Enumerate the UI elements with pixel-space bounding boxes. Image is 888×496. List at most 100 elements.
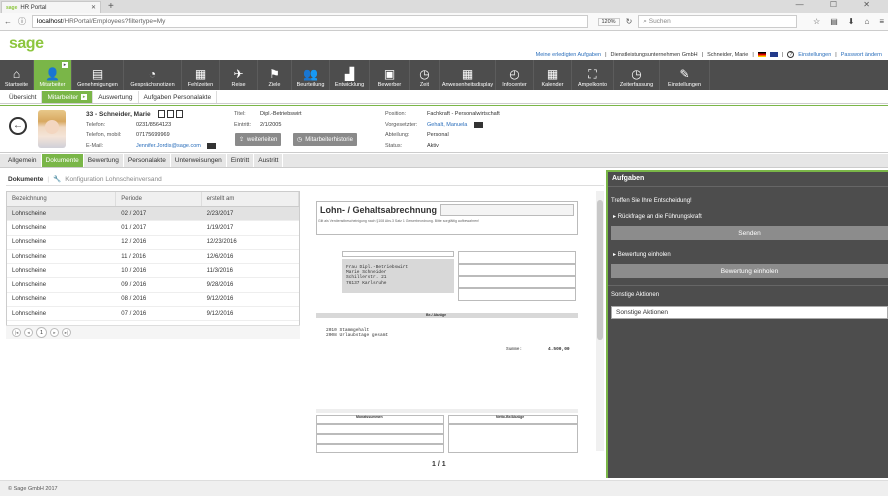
new-tab-button[interactable]: + <box>108 1 114 12</box>
history-label: Mitarbeiterhistorie <box>305 136 353 143</box>
reload-icon[interactable]: ↻ <box>626 17 633 26</box>
nav-label: Zeiterfassung <box>619 82 654 88</box>
prev-page-button[interactable]: ◂ <box>24 328 33 337</box>
nav-development-chart[interactable]: ▟ Entwicklung <box>330 60 370 90</box>
browser-tab[interactable]: sage HR Portal ✕ <box>1 1 101 13</box>
page-indicator: 1 / 1 <box>432 461 446 468</box>
table-row[interactable]: Lohnscheine 01 / 2017 1/19/2017 <box>7 221 299 236</box>
column-header-period[interactable]: Periode <box>116 192 202 206</box>
tab-austritt[interactable]: Austritt <box>254 154 284 167</box>
time-icon: ◷ <box>419 67 430 81</box>
tab-dokumente[interactable]: Dokumente <box>41 154 84 167</box>
uk-flag-icon[interactable] <box>769 52 778 57</box>
document-viewer[interactable]: Lohn- / Gehaltsabrechnung Gilt als Verdi… <box>306 191 606 476</box>
option-bewertung[interactable]: ▸ Bewertung einholen <box>613 251 671 258</box>
table-cell: 9/12/2016 <box>206 310 234 317</box>
send-button[interactable]: Senden <box>611 226 888 240</box>
menu-icon[interactable]: ≡ <box>879 17 884 26</box>
subnav-item[interactable]: Mitarbeiter ▸ <box>42 91 94 103</box>
table-row[interactable]: Lohnscheine 10 / 2016 11/3/2016 <box>7 264 299 279</box>
nav-label: Startseite <box>4 82 29 88</box>
supervisor-link[interactable]: Gehalt, Manuela <box>427 122 467 128</box>
status-label: Status: <box>385 143 403 149</box>
nav-grid[interactable]: ▦ Anwesenheitsdisplay <box>440 60 496 90</box>
table-row[interactable]: Lohnscheine 11 / 2016 12/6/2016 <box>7 250 299 265</box>
tab-allgemein[interactable]: Allgemein <box>4 154 42 167</box>
nav-absence-calendar[interactable]: ▦ Fehlzeiten <box>182 60 220 90</box>
nav-traffic-light[interactable]: ⛶ Ampelkonto <box>572 60 614 90</box>
nav-rating[interactable]: 👥 Beurteilung <box>292 60 330 90</box>
payslip-config-link[interactable]: Konfiguration Lohnscheinversand <box>65 176 161 183</box>
window-controls[interactable]: — ☐ ✕ <box>796 0 882 9</box>
first-page-button[interactable]: |◂ <box>12 328 21 337</box>
document-icon[interactable] <box>158 110 165 118</box>
back-arrow-icon[interactable]: ← <box>9 117 27 135</box>
nav-time[interactable]: ◷ Zeit <box>410 60 440 90</box>
viewer-scrollbar-thumb[interactable] <box>597 200 603 340</box>
bookmark-star-icon[interactable]: ☆ <box>813 17 820 26</box>
edit-icon[interactable] <box>167 110 174 118</box>
subnav-item[interactable]: Aufgaben Personalakte <box>139 91 218 103</box>
sage-logo[interactable]: sage <box>9 35 44 53</box>
next-page-button[interactable]: ▸ <box>50 328 59 337</box>
other-actions-select[interactable]: Sonstige Aktionen <box>611 306 888 319</box>
approvals-icon: ▤ <box>91 67 104 81</box>
nav-label: Reise <box>231 82 246 88</box>
nav-conversation[interactable]: ◔ Gesprächsnotizen <box>124 60 182 90</box>
employee-history-button[interactable]: ◷ Mitarbeiterhistorie <box>293 133 357 146</box>
zoom-level[interactable]: 120% <box>597 17 620 26</box>
browser-search-input[interactable]: ⌕ Suchen <box>638 15 798 28</box>
tab-personalakte[interactable]: Personalakte <box>124 154 171 167</box>
tab-unterweisungen[interactable]: Unterweisungen <box>171 154 227 167</box>
last-page-button[interactable]: ▸| <box>62 328 71 337</box>
table-row[interactable]: Lohnscheine 08 / 2016 9/12/2016 <box>7 293 299 308</box>
payslip-page: Lohn- / Gehaltsabrechnung Gilt als Verdi… <box>316 201 578 356</box>
table-row[interactable]: Lohnscheine 02 / 2017 2/23/2017 <box>7 207 299 222</box>
chevron-icon[interactable]: ▸ <box>81 94 88 100</box>
file-icon[interactable] <box>176 110 183 118</box>
subnav-item[interactable]: Auswertung <box>93 91 139 103</box>
tab-bewertung[interactable]: Bewertung <box>84 154 124 167</box>
reader-icon[interactable]: ▤ <box>830 17 838 26</box>
nav-applicant[interactable]: ▣ Bewerber <box>370 60 410 90</box>
nav-employees[interactable]: 👤 Mitarbeiter ▸ <box>34 60 72 90</box>
column-header-created[interactable]: erstellt am <box>202 192 299 206</box>
subnav-item[interactable]: Übersicht <box>4 91 43 103</box>
nav-calendar[interactable]: ▦ Kalender <box>534 60 572 90</box>
forward-button[interactable]: ⇪ weiterleiten <box>235 133 282 146</box>
option-rueckfrage[interactable]: ▸ Rückfrage an die Führungskraft <box>613 213 702 220</box>
employee-name: 33 - Schneider, Marie <box>86 111 151 118</box>
mail-icon[interactable] <box>207 143 216 149</box>
completed-tasks-link[interactable]: Meine erledigten Aufgaben <box>536 52 601 58</box>
settings-link[interactable]: Einstellungen <box>798 52 831 58</box>
current-page[interactable]: 1 <box>36 327 47 338</box>
table-cell: Lohnscheine <box>12 253 47 260</box>
nav-time-tracking[interactable]: ◷ Zeiterfassung <box>614 60 660 90</box>
change-password-link[interactable]: Passwort ändern <box>841 52 882 58</box>
chevron-icon[interactable]: ▸ <box>62 62 68 68</box>
nav-infocenter[interactable]: ◴ Infocenter <box>496 60 534 90</box>
table-row[interactable]: Lohnscheine 09 / 2016 9/28/2016 <box>7 278 299 293</box>
german-flag-icon[interactable] <box>757 52 766 57</box>
info-icon[interactable]: ⓘ <box>18 16 26 27</box>
back-arrow-icon[interactable]: ← <box>4 17 12 26</box>
download-icon[interactable]: ⬇ <box>848 17 855 26</box>
nav-wrench[interactable]: ✎ Einstellungen <box>660 60 710 90</box>
table-row[interactable]: Lohnscheine 07 / 2016 9/12/2016 <box>7 307 299 322</box>
home-icon[interactable]: ⌂ <box>864 17 869 26</box>
nav-approvals[interactable]: ▤ Genehmigungen <box>72 60 124 90</box>
nav-flag[interactable]: ⚑ Ziele <box>258 60 292 90</box>
help-icon[interactable]: ? <box>787 51 795 58</box>
nav-label: Beurteilung <box>296 82 325 88</box>
title-label: Titel: <box>234 111 246 117</box>
close-tab-icon[interactable]: ✕ <box>91 4 96 11</box>
email-link[interactable]: Jennifer.Jordis@sage.com <box>136 143 201 149</box>
nav-airplane[interactable]: ✈ Reise <box>220 60 258 90</box>
column-header-designation[interactable]: Bezeichnung <box>7 192 117 206</box>
mail-icon[interactable] <box>474 122 483 128</box>
fetch-rating-button[interactable]: Bewertung einholen <box>611 264 888 278</box>
nav-home[interactable]: ⌂ Startseite <box>0 60 34 90</box>
tab-eintritt[interactable]: Eintritt <box>227 154 255 167</box>
url-input[interactable]: localhost/HRPortal/Employees?filtertype=… <box>32 15 588 28</box>
table-row[interactable]: Lohnscheine 12 / 2016 12/23/2016 <box>7 236 299 250</box>
